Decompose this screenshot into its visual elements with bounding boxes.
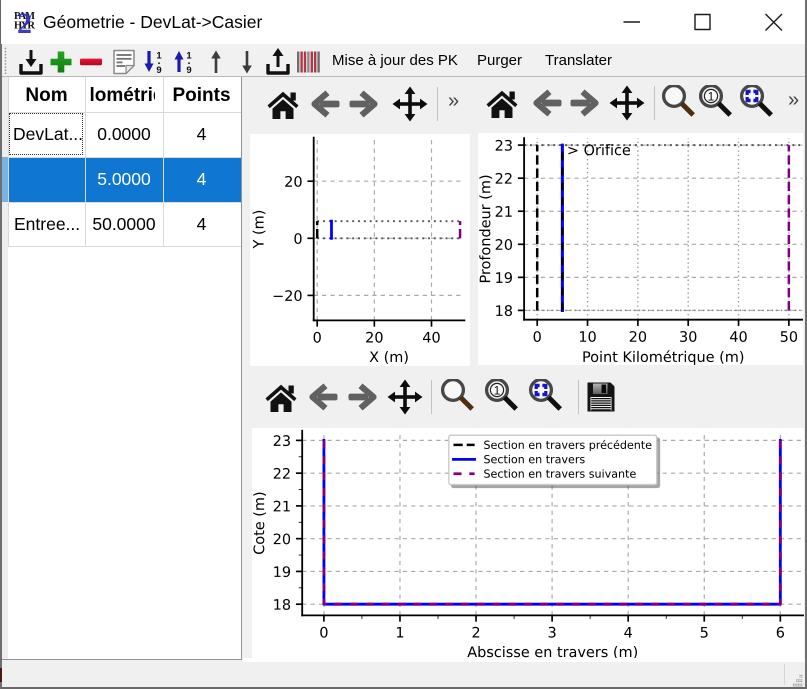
svg-text:2: 2 [17,9,32,35]
svg-text:1: 1 [186,50,192,61]
svg-text:9: 9 [186,65,191,74]
svg-text:1: 1 [156,50,162,61]
svg-text:1: 1 [708,89,715,103]
svg-text:1: 1 [494,383,501,397]
svg-text:9: 9 [156,65,161,74]
